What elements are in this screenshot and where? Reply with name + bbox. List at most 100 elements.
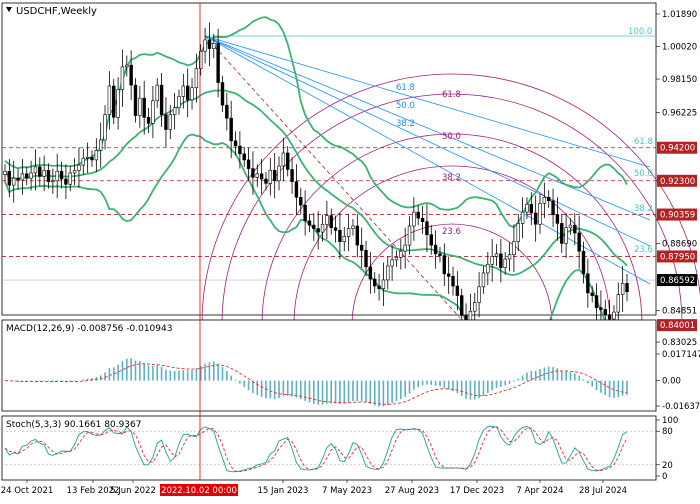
candle-body	[303, 204, 307, 222]
fibonacci-label: 23.6	[442, 227, 461, 237]
candle-body	[538, 203, 542, 225]
candle-body	[542, 197, 547, 204]
candle-body	[98, 139, 103, 151]
candle-body	[499, 253, 503, 269]
candle-body	[481, 272, 486, 288]
candle-body	[33, 166, 38, 174]
candle-body	[607, 314, 612, 320]
candle-body	[333, 227, 338, 231]
candle-body	[412, 211, 416, 227]
candle-body	[90, 157, 94, 161]
chart-canvas: 100.0 61.8 50.0 38.2 61.8 50.0 38.2 23.6 61.8 50.…	[1, 2, 700, 496]
candle-body	[590, 292, 594, 296]
candle-body	[564, 227, 568, 244]
price-level-tag-label: 0.90359	[660, 211, 695, 221]
time-axis: 24 Oct 2021 13 Feb 20225 Jun 2022 15 Jan 2…	[1, 480, 627, 496]
candle-body	[325, 215, 329, 225]
candle-body	[486, 263, 490, 274]
candle-body	[59, 170, 64, 180]
candle-body	[20, 173, 25, 181]
candle-body	[338, 230, 342, 242]
candle-body	[364, 250, 368, 268]
candle-body	[212, 43, 216, 49]
candle-body	[246, 159, 251, 169]
candle-body	[225, 104, 229, 119]
candle-body	[138, 97, 142, 116]
indicator-axes: 0.017147 0.00 -0.016377 10080 200	[656, 350, 700, 482]
candle-body	[568, 224, 573, 229]
candle-body	[507, 254, 512, 260]
candle-body	[520, 211, 525, 224]
fibonacci-label: 38.2	[396, 119, 415, 129]
candle-body	[560, 223, 564, 244]
candle-body	[16, 177, 20, 181]
candle-body	[46, 170, 51, 182]
fibonacci-label: 23.6	[634, 245, 653, 255]
price-level-tag-label: 0.87950	[660, 252, 695, 262]
candle-body	[451, 276, 455, 287]
candle-body	[112, 85, 116, 118]
candle-body	[181, 85, 186, 97]
macd-tick-label: 0.017147	[662, 350, 700, 360]
candle-body	[316, 228, 320, 233]
macd-title: MACD(12,26,9) -0.008756 -0.010943	[6, 324, 172, 334]
candle-body	[203, 39, 207, 52]
candle-body	[512, 241, 516, 255]
candle-body	[64, 178, 68, 185]
candle-body	[277, 165, 281, 182]
candle-body	[194, 68, 199, 89]
candle-body	[164, 114, 168, 130]
crosshair-time-label: 2022.10.02 00:00	[161, 486, 237, 496]
candle-body	[381, 279, 386, 289]
candle-body	[312, 224, 316, 229]
time-tick-label: 7 Apr 2024	[516, 486, 563, 496]
candle-body	[103, 114, 107, 141]
candle-body	[599, 307, 603, 310]
price-tick-label: 0.88690	[662, 240, 697, 250]
time-tick-label: 24 Oct 2021	[1, 486, 54, 496]
price-level-tag-label: 0.92300	[660, 177, 695, 187]
candle-body	[125, 64, 129, 68]
candle-body	[494, 253, 499, 257]
candle-body	[551, 200, 555, 215]
candle-body	[355, 225, 360, 246]
price-level-tag-label: 0.84001	[660, 321, 695, 331]
candle-body	[625, 283, 629, 293]
candle-body	[477, 286, 481, 303]
fibonacci-label: 38.2	[634, 204, 653, 214]
candle-body	[455, 285, 460, 296]
fibonacci-label: 38.2	[442, 173, 461, 183]
candle-body	[255, 173, 259, 178]
candle-body	[594, 295, 599, 309]
candle-body	[299, 197, 303, 206]
candle-body	[555, 214, 560, 224]
candle-body	[529, 203, 534, 214]
candle-body	[294, 181, 299, 198]
candle-body	[290, 169, 294, 182]
candle-body	[616, 294, 621, 313]
candle-body	[533, 212, 538, 225]
candle-body	[281, 152, 286, 167]
candle-body	[307, 220, 312, 226]
stoch-tick-label: 100	[662, 416, 678, 426]
candle-body	[394, 257, 399, 261]
candle-body	[51, 180, 55, 183]
candle-body	[503, 258, 507, 269]
candle-body	[268, 170, 273, 184]
candle-body	[177, 96, 181, 109]
price-pane-frame	[1, 2, 657, 316]
candle-body	[446, 273, 451, 277]
stoch-tick-label: 80	[662, 427, 673, 437]
price-pane: 100.0 61.8 50.0 38.2 61.8 50.0 38.2 23.6 61.8 50.…	[1, 2, 700, 348]
candle-body	[433, 244, 438, 255]
candle-body	[207, 39, 212, 49]
candle-body	[259, 173, 264, 180]
time-tick-label: 15 Jan 2023	[258, 486, 309, 496]
candle-body	[220, 82, 225, 106]
time-tick-label: 27 Aug 2023	[385, 486, 439, 496]
stoch-tick-label: 0	[662, 472, 667, 482]
candle-body	[603, 309, 607, 315]
candle-body	[420, 217, 425, 222]
price-tick-label: 1.00020	[662, 43, 697, 53]
candle-body	[85, 157, 90, 159]
